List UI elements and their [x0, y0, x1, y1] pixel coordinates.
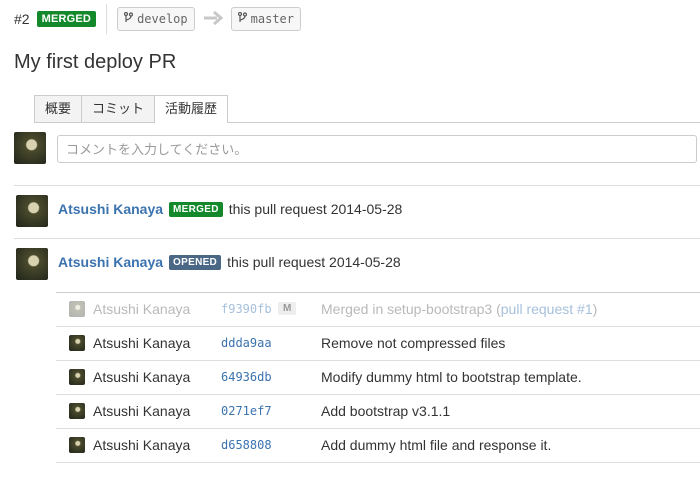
commit-message: Add bootstrap v3.1.1 [321, 403, 451, 419]
commit-row: Atsushi Kanaya 64936db Modify dummy html… [56, 361, 700, 395]
divider [14, 185, 700, 186]
commit-row: Atsushi Kanaya f9390fb M Merged in setup… [56, 293, 700, 327]
source-branch[interactable]: develop [117, 7, 195, 31]
avatar [69, 369, 85, 385]
commit-message: Add dummy html file and response it. [321, 437, 552, 453]
comment-input[interactable]: コメントを入力してください。 [57, 135, 697, 163]
merge-tag: M [278, 302, 297, 315]
commit-hash-link[interactable]: 0271ef7 [221, 404, 272, 418]
event-description: this pull request 2014-05-28 [227, 254, 401, 270]
target-branch-label: master [250, 12, 294, 26]
target-branch[interactable]: master [230, 7, 301, 31]
commit-list: Atsushi Kanaya f9390fb M Merged in setup… [56, 292, 700, 463]
branch-icon [237, 11, 247, 26]
pr-header: #2 MERGED develop master [14, 4, 301, 34]
branch-icon [123, 11, 134, 26]
tab-commits[interactable]: コミット [81, 95, 156, 122]
commit-hash-link[interactable]: d658808 [221, 438, 272, 452]
pull-request-link[interactable]: pull request #1 [501, 301, 593, 317]
commit-row: Atsushi Kanaya d658808 Add dummy html fi… [56, 429, 700, 463]
avatar [69, 403, 85, 419]
tab-overview[interactable]: 概要 [34, 95, 83, 122]
commit-message: Modify dummy html to bootstrap template. [321, 369, 582, 385]
commit-hash-link[interactable]: f9390fb [221, 302, 272, 316]
event-description: this pull request 2014-05-28 [228, 201, 403, 217]
tab-activity[interactable]: 活動履歴 [154, 95, 229, 123]
commit-row: Atsushi Kanaya ddda9aa Remove not compre… [56, 327, 700, 361]
status-badge: OPENED [169, 254, 222, 270]
header-divider [106, 4, 108, 34]
avatar [69, 437, 85, 453]
commit-message-text: Merged in setup-bootstrap3 ( [321, 301, 501, 317]
commit-author: Atsushi Kanaya [93, 301, 191, 317]
commit-hash-link[interactable]: ddda9aa [221, 336, 272, 350]
avatar [69, 301, 85, 317]
tab-bar: 概要 コミット 活動履歴 [34, 95, 700, 123]
avatar [16, 195, 48, 227]
page-title: My first deploy PR [14, 51, 177, 73]
activity-event: Atsushi Kanaya OPENED this pull request … [16, 248, 700, 280]
source-branch-label: develop [137, 12, 188, 26]
event-author-link[interactable]: Atsushi Kanaya [58, 201, 163, 217]
activity-event: Atsushi Kanaya MERGED this pull request … [16, 195, 700, 227]
commit-message-end: ) [592, 301, 598, 317]
commit-hash-link[interactable]: 64936db [221, 370, 272, 384]
divider [14, 238, 700, 239]
commit-author: Atsushi Kanaya [93, 403, 191, 419]
commit-message: Remove not compressed files [321, 335, 506, 351]
commit-message: Merged in setup-bootstrap3 (pull request… [321, 301, 597, 317]
avatar [14, 132, 46, 164]
event-author-link[interactable]: Atsushi Kanaya [58, 254, 163, 270]
commit-author: Atsushi Kanaya [93, 335, 191, 351]
arrow-right-icon [203, 9, 223, 30]
avatar [69, 335, 85, 351]
status-badge: MERGED [169, 201, 223, 217]
pr-status-badge: MERGED [36, 11, 97, 27]
commit-row: Atsushi Kanaya 0271ef7 Add bootstrap v3.… [56, 395, 700, 429]
pr-number: #2 [14, 11, 30, 27]
commit-author: Atsushi Kanaya [93, 369, 191, 385]
avatar [16, 248, 48, 280]
commit-author: Atsushi Kanaya [93, 437, 191, 453]
